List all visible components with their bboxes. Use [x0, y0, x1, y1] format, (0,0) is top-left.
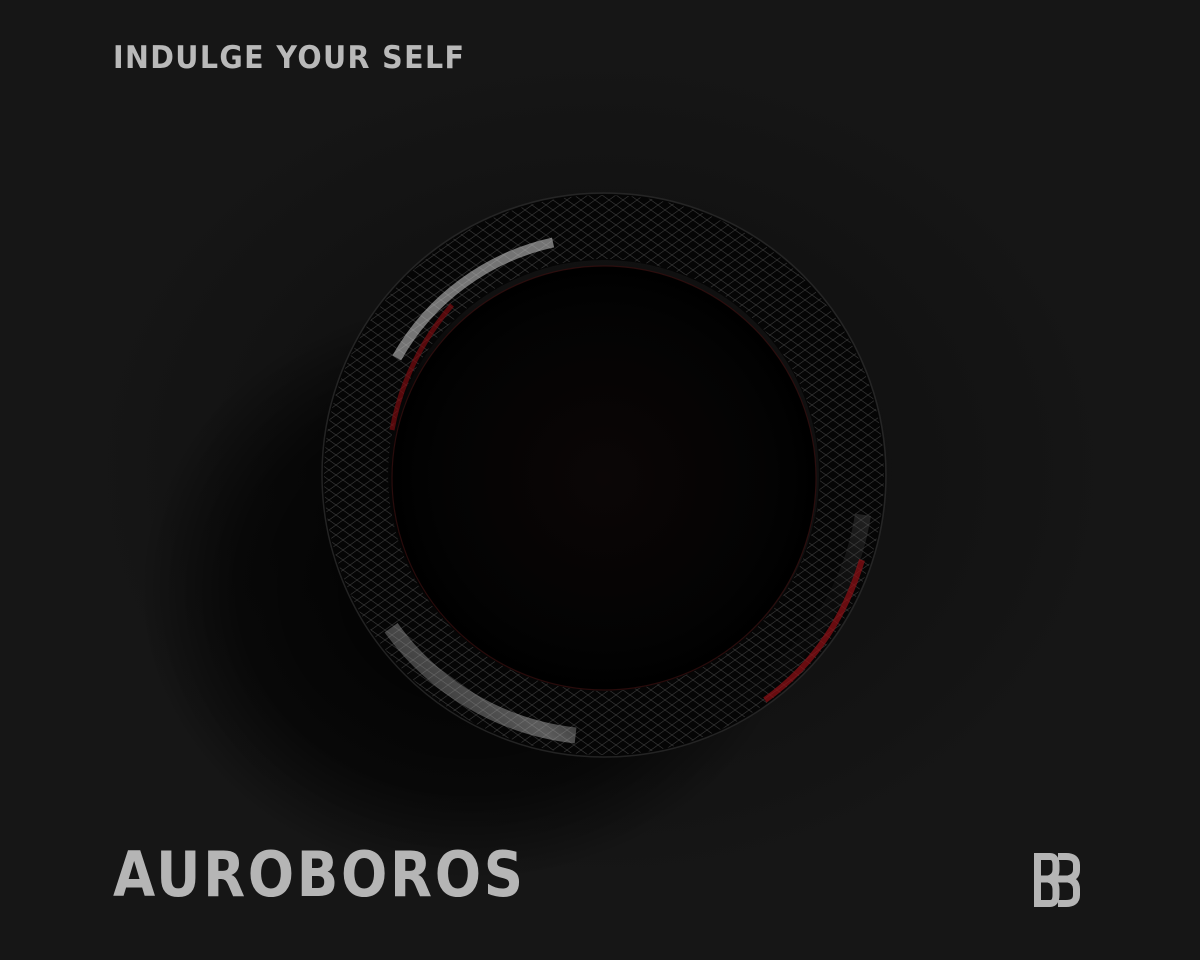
album-cover: INDULGE YOUR SELF AUROBOROS [0, 0, 1200, 960]
ring-inner-hole [392, 266, 816, 690]
tagline: INDULGE YOUR SELF [113, 40, 466, 76]
album-title: AUROBOROS [113, 838, 526, 911]
double-b-logo [1034, 853, 1080, 907]
ouroboros-ring-icon [140, 192, 887, 880]
